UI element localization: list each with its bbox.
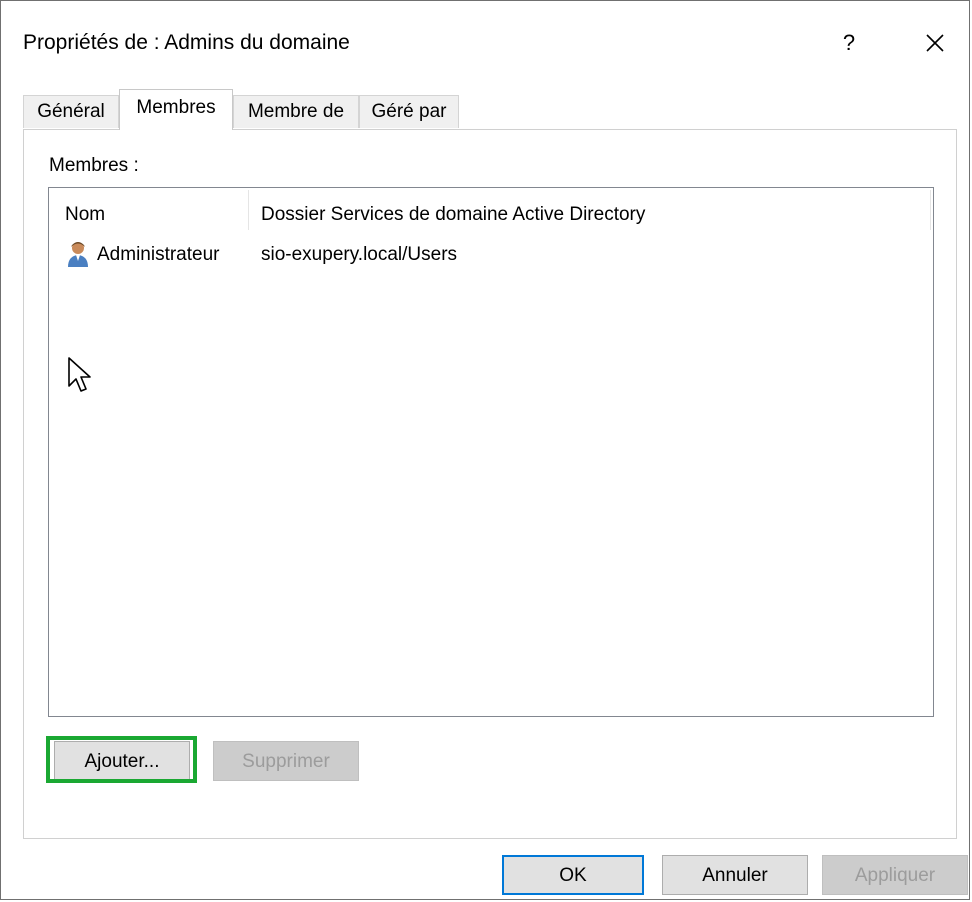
add-button-highlight [46,736,197,783]
help-button[interactable]: ? [827,21,871,65]
properties-dialog: Propriétés de : Admins du domaine ? Géné… [0,0,970,900]
member-name: Administrateur [97,244,220,265]
close-icon [926,34,944,52]
cancel-button[interactable]: Annuler [662,855,808,895]
column-divider[interactable] [248,190,249,230]
apply-button[interactable]: Appliquer [822,855,968,895]
members-list[interactable]: Nom Dossier Services de domaine Active D… [48,187,934,717]
tab-general[interactable]: Général [23,95,119,128]
member-folder: sio-exupery.local/Users [261,244,458,265]
list-item[interactable]: Administrateur sio-exupery.local/Users [63,240,763,270]
mouse-pointer-icon [68,357,91,392]
tab-gere-par[interactable]: Géré par [359,95,459,128]
members-section-label: Membres : [49,155,139,176]
tab-membre-de[interactable]: Membre de [233,95,359,128]
user-icon [68,242,88,267]
column-header-nom[interactable]: Nom [65,204,105,226]
close-button[interactable] [913,21,957,65]
ok-button[interactable]: OK [502,855,644,895]
title-bar: Propriétés de : Admins du domaine ? [1,1,969,79]
column-divider[interactable] [930,190,931,230]
remove-button[interactable]: Supprimer [213,741,359,781]
column-header-dossier[interactable]: Dossier Services de domaine Active Direc… [261,204,645,226]
dialog-title: Propriétés de : Admins du domaine [23,31,350,54]
tab-membres[interactable]: Membres [119,89,233,130]
